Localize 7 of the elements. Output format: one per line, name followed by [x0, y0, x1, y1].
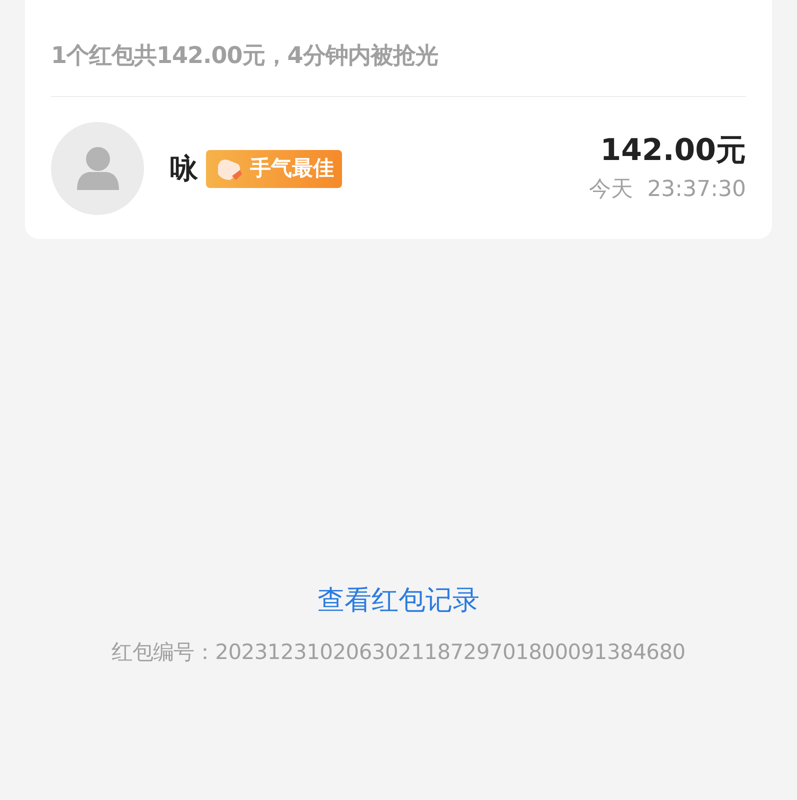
time-text: 今天 23:37:30 [589, 176, 746, 204]
best-luck-badge: 手气最佳 [206, 150, 342, 188]
amount-text: 142.00元 [600, 132, 746, 170]
record-link[interactable]: 查看红包记录 [318, 581, 480, 621]
summary-text: 1个红包共142.00元，4分钟内被抢光 [51, 42, 439, 71]
serial-number-text: 红包编号：202312310206302118729701800091384680 [112, 639, 686, 666]
user-name: 咏 [170, 150, 198, 186]
